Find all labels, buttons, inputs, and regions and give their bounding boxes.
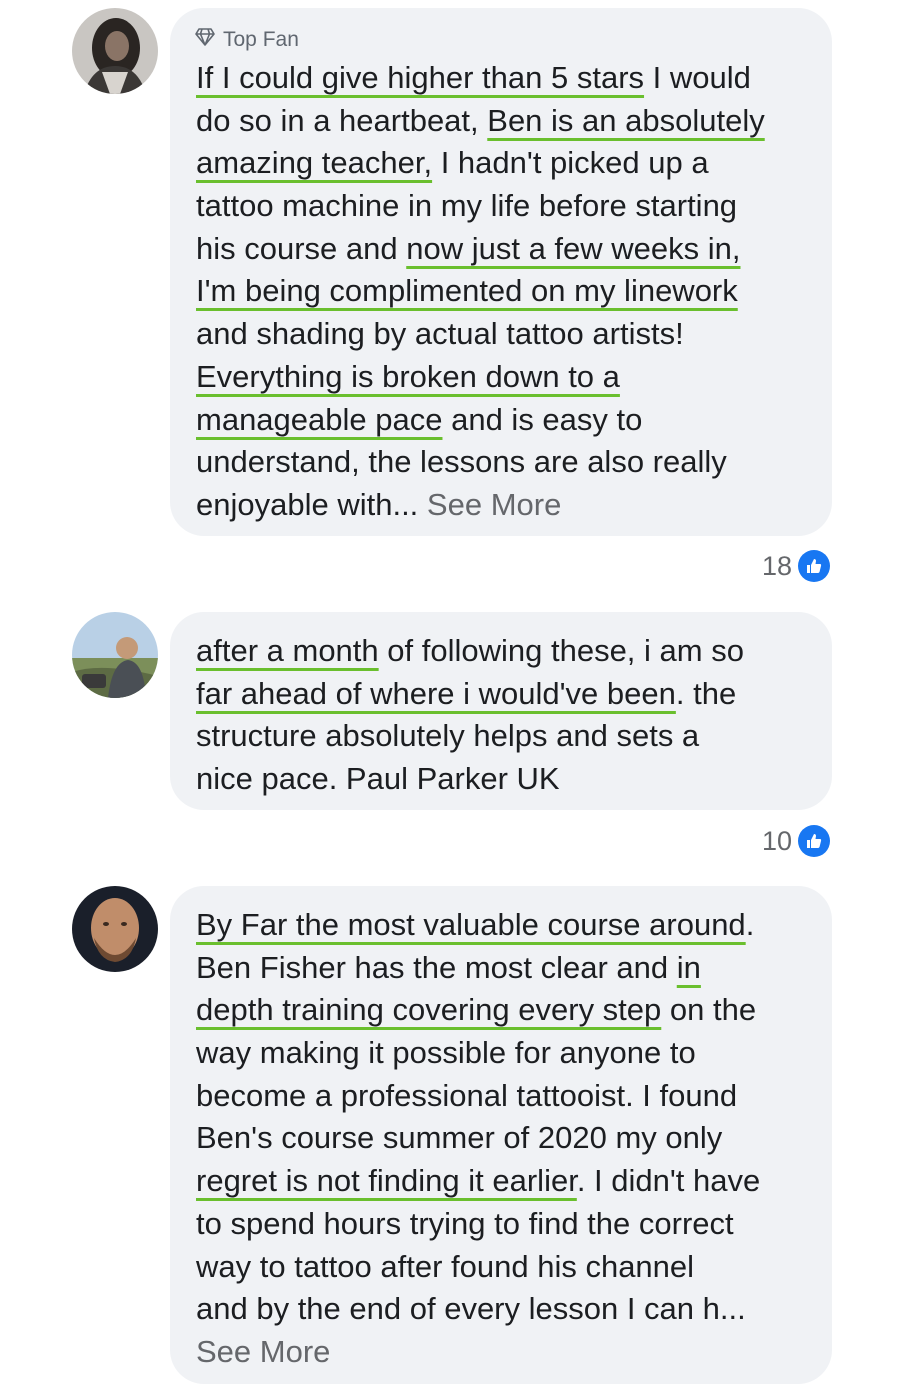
comment-text: after a month of following these, i am s… — [196, 630, 826, 801]
comment-text-segment: on the — [661, 992, 757, 1028]
comment-text-segment: structure absolutely helps and sets a — [196, 718, 700, 754]
comment-line: structure absolutely helps and sets a — [196, 715, 826, 758]
comment-line: nice pace. Paul Parker UK — [196, 758, 826, 801]
comment-text-segment: understand, the lessons are also really — [196, 444, 727, 480]
comment-text-segment: nice pace. Paul Parker UK — [196, 761, 560, 797]
highlighted-text: now just a few weeks in, — [406, 230, 741, 266]
comment-line: manageable pace and is easy to — [196, 399, 826, 442]
comment-line: his course and now just a few weeks in, — [196, 228, 826, 271]
highlighted-text: in — [676, 949, 701, 985]
comment-text-segment: . the — [675, 675, 737, 711]
like-thumb-icon — [798, 825, 830, 857]
comment-text-segment: Ben's course summer of 2020 my only — [196, 1120, 723, 1156]
see-more-link[interactable]: See More — [196, 1334, 330, 1369]
comment-line: See More — [196, 1331, 826, 1374]
badge-label: Top Fan — [223, 28, 299, 51]
comment-line: and shading by actual tattoo artists! — [196, 313, 826, 356]
highlighted-text: regret is not finding it earlier — [196, 1163, 577, 1199]
comment-line: way to tattoo after found his channel — [196, 1246, 826, 1289]
comment-text: If I could give higher than 5 stars I wo… — [196, 57, 826, 527]
comment-text-segment: and is easy to — [442, 401, 643, 437]
comment-line: and by the end of every lesson I can h..… — [196, 1288, 826, 1331]
comment-line: to spend hours trying to find the correc… — [196, 1203, 826, 1246]
comment-text-segment: I hadn't picked up a — [432, 145, 709, 181]
comment-text-segment: to spend hours trying to find the correc… — [196, 1205, 734, 1241]
highlighted-text: amazing teacher, — [196, 145, 433, 181]
comment-text-segment: I would — [644, 60, 751, 95]
comment-line: Ben's course summer of 2020 my only — [196, 1117, 826, 1160]
highlighted-text: depth training covering every step — [196, 992, 662, 1028]
comment-line: By Far the most valuable course around. — [196, 904, 826, 947]
comment-line: understand, the lessons are also really — [196, 441, 826, 484]
comment-text-segment: and shading by actual tattoo artists! — [196, 316, 684, 352]
see-more-link[interactable]: See More — [427, 487, 561, 522]
comment-line: Ben Fisher has the most clear and in — [196, 947, 826, 990]
comment-line: way making it possible for anyone to — [196, 1032, 826, 1075]
comment-line: do so in a heartbeat, Ben is an absolute… — [196, 100, 826, 143]
comment-line: tattoo machine in my life before startin… — [196, 185, 826, 228]
comment-text-segment: . — [745, 907, 755, 942]
comment-line: regret is not finding it earlier. I didn… — [196, 1160, 826, 1203]
comment-line: amazing teacher, I hadn't picked up a — [196, 142, 826, 185]
comment-text-segment: Ben Fisher has the most clear and — [196, 949, 677, 985]
comment-text-segment: way making it possible for anyone to — [196, 1035, 696, 1071]
highlighted-text: after a month — [196, 633, 379, 668]
highlighted-text: manageable pace — [196, 401, 443, 437]
diamond-icon — [195, 28, 215, 52]
reaction-count: 18 — [761, 550, 792, 581]
reaction-summary[interactable]: 18 — [762, 548, 830, 584]
comment-text: By Far the most valuable course around. B… — [196, 904, 826, 1374]
comment-text-segment: tattoo machine in my life before startin… — [196, 188, 738, 224]
comment-line: after a month of following these, i am s… — [196, 630, 826, 673]
highlighted-text: By Far the most valuable course around — [196, 907, 746, 942]
commenter-avatar[interactable] — [72, 886, 158, 972]
comment-text-segment: . I didn't have — [576, 1163, 761, 1199]
highlighted-text: I'm being complimented on my linework — [196, 273, 738, 309]
comment-line: far ahead of where i would've been. the — [196, 673, 826, 716]
commenter-avatar[interactable] — [72, 8, 158, 94]
reaction-count: 10 — [761, 825, 792, 856]
reaction-summary[interactable]: 10 — [762, 823, 830, 859]
comment-text-segment: become a professional tattooist. I found — [196, 1077, 738, 1113]
comment-text-segment: way to tattoo after found his channel — [196, 1248, 695, 1284]
comment-text-segment: his course and — [196, 230, 407, 266]
top-fan-badge: Top Fan — [195, 27, 299, 53]
comment-text-segment: and by the end of every lesson I can h..… — [196, 1291, 746, 1327]
highlighted-text: far ahead of where i would've been — [196, 675, 676, 711]
comment-text-segment: of following these, i am so — [378, 633, 744, 668]
highlighted-text: Everything is broken down to a — [196, 358, 620, 394]
highlighted-text: Ben is an absolutely — [487, 102, 765, 138]
comment-line: depth training covering every step on th… — [196, 989, 826, 1032]
comment-text-segment: do so in a heartbeat, — [196, 102, 488, 138]
comment-line: If I could give higher than 5 stars I wo… — [196, 57, 826, 100]
comment-text-segment: enjoyable with... — [196, 486, 427, 522]
comment-line: become a professional tattooist. I found — [196, 1075, 826, 1118]
comment-line: I'm being complimented on my linework — [196, 270, 826, 313]
highlighted-text: If I could give higher than 5 stars — [196, 60, 645, 95]
comment-line: enjoyable with... See More — [196, 484, 826, 527]
commenter-avatar[interactable] — [72, 612, 158, 698]
like-thumb-icon — [798, 550, 830, 582]
comment-line: Everything is broken down to a — [196, 356, 826, 399]
